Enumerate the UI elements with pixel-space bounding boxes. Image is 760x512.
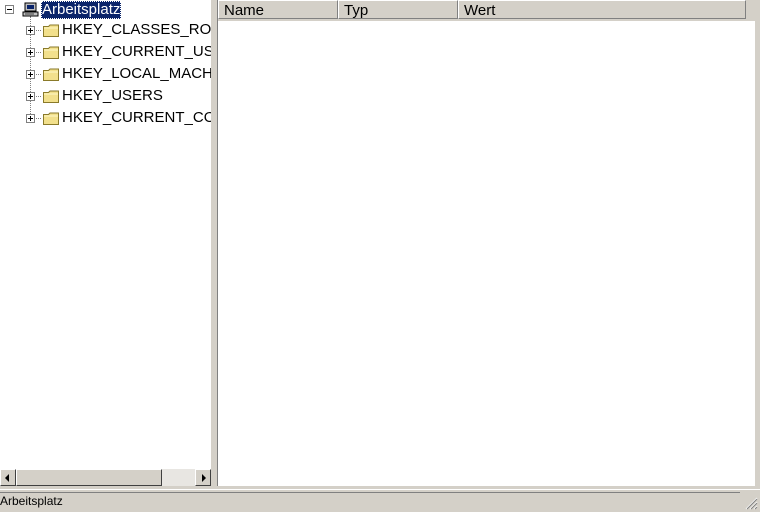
tree-node-hkey-current-config[interactable]: HKEY_CURRENT_CONFIG [0,108,211,128]
status-text: Arbeitsplatz [0,492,740,509]
arrow-right-icon [202,474,206,482]
folder-icon [43,112,59,125]
scroll-right-button[interactable] [195,469,211,486]
expand-toggle[interactable] [26,114,35,123]
computer-icon [22,2,39,17]
registry-tree[interactable]: Arbeitsplatz HKEY_CLASSES_ROOT HKEY_CURR… [0,0,211,486]
folder-icon [43,68,59,81]
resize-grip-icon[interactable] [744,496,758,510]
tree-label[interactable]: HKEY_USERS [62,87,163,105]
tree-label[interactable]: HKEY_LOCAL_MACHINE [62,65,211,83]
column-header-name[interactable]: Name [218,0,338,19]
tree-label-root[interactable]: Arbeitsplatz [41,1,122,19]
values-list[interactable]: Name Typ Wert [217,0,756,486]
column-header-wert[interactable]: Wert [458,0,746,19]
tree-node-hkey-local-machine[interactable]: HKEY_LOCAL_MACHINE [0,64,211,84]
tree-node-hkey-classes-root[interactable]: HKEY_CLASSES_ROOT [0,20,211,40]
window-right-edge [755,0,760,486]
column-header-typ[interactable]: Typ [338,0,458,19]
tree-node-hkey-current-user[interactable]: HKEY_CURRENT_USER [0,42,211,62]
folder-icon [43,46,59,59]
tree-node-hkey-users[interactable]: HKEY_USERS [0,86,211,106]
tree-label[interactable]: HKEY_CURRENT_USER [62,43,211,61]
status-bar: Arbeitsplatz [0,489,760,512]
folder-icon [43,90,59,103]
tree-node-root[interactable]: Arbeitsplatz [0,0,211,20]
tree-label[interactable]: HKEY_CURRENT_CONFIG [62,109,211,127]
expand-toggle[interactable] [26,70,35,79]
expand-toggle[interactable] [26,48,35,57]
collapse-toggle[interactable] [5,5,14,14]
scroll-left-button[interactable] [0,469,16,486]
tree-label[interactable]: HKEY_CLASSES_ROOT [62,21,211,39]
folder-icon [43,24,59,37]
list-header: Name Typ Wert [218,0,756,21]
expand-toggle[interactable] [26,92,35,101]
expand-toggle[interactable] [26,26,35,35]
tree-horizontal-scrollbar[interactable] [0,469,211,486]
scrollbar-thumb[interactable] [16,469,162,486]
arrow-left-icon [5,474,9,482]
